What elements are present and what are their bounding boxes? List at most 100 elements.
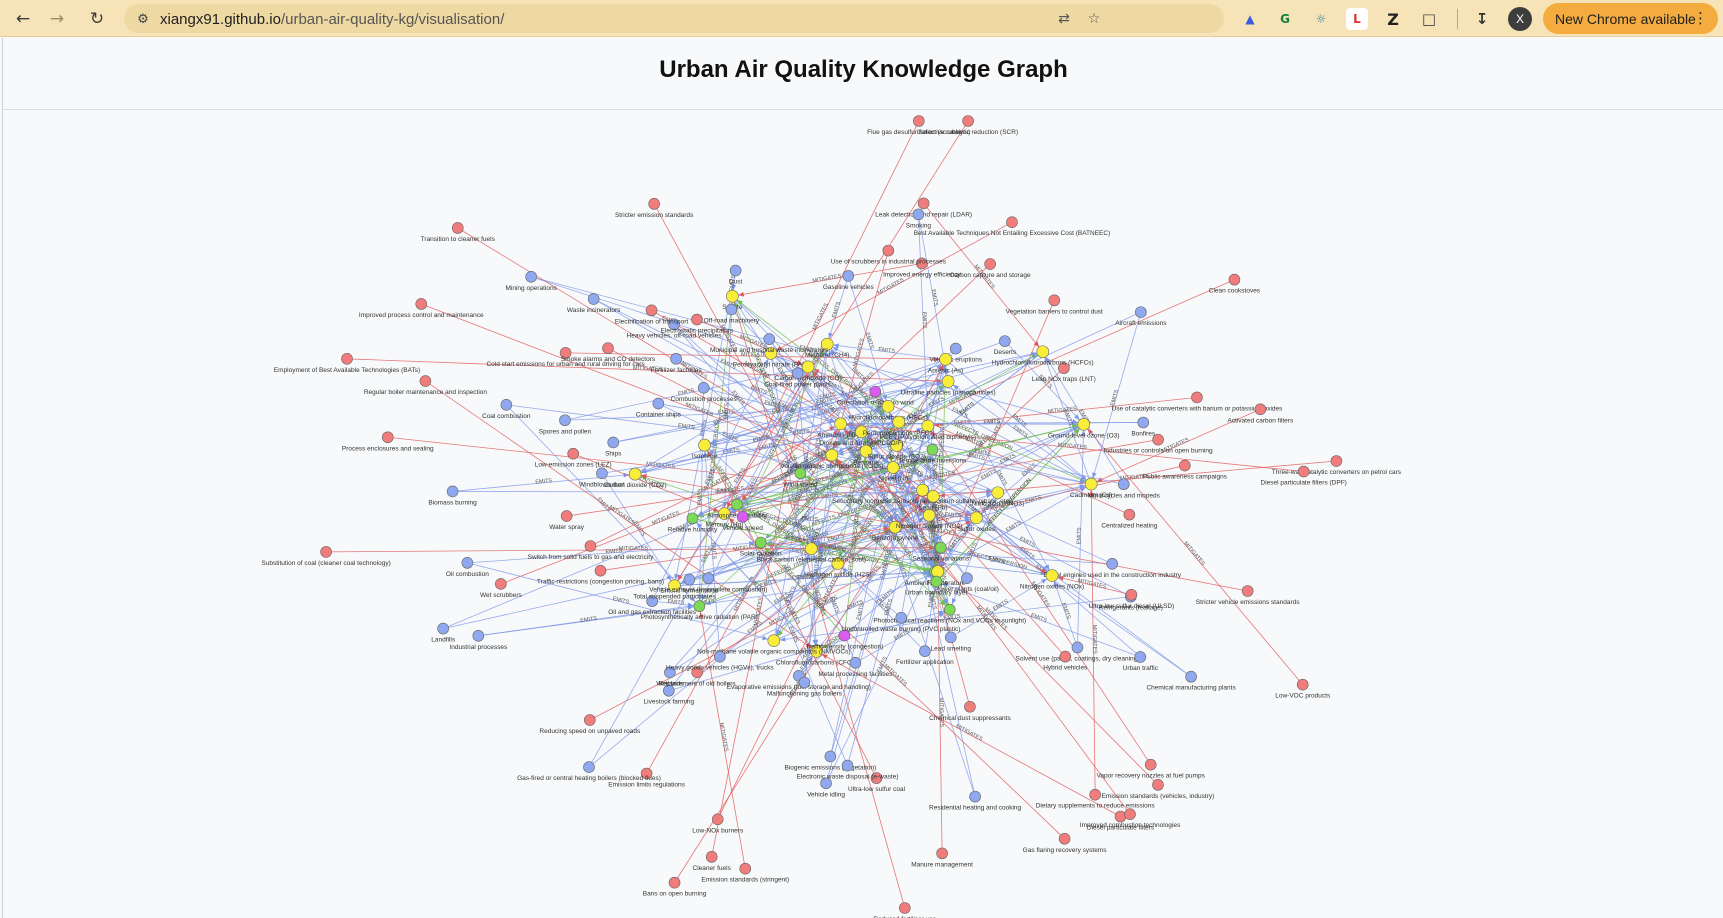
graph-node-mitigation[interactable] [1228,273,1241,286]
graph-node-factor[interactable] [686,512,699,525]
graph-node-factor[interactable] [794,467,807,480]
graph-node-source[interactable] [1071,641,1084,654]
graph-node-mitigation[interactable] [1124,808,1136,820]
graph-node-source[interactable] [824,750,837,763]
graph-node-source[interactable] [849,657,862,669]
graph-node-mitigation[interactable] [567,447,579,460]
graph-node-source[interactable] [583,761,595,773]
graph-node-mitigation[interactable] [899,902,911,914]
graph-node-source[interactable] [961,572,973,584]
graph-node-source[interactable] [1106,558,1119,570]
graph-node-source[interactable] [1137,416,1150,429]
graph-node-receptor[interactable] [869,385,882,398]
graph-node-mitigation[interactable] [415,298,428,310]
graph-node-mitigation[interactable] [739,862,752,875]
graph-node-source[interactable] [999,335,1011,347]
bookmark-star-icon[interactable]: ☆ [1084,9,1104,29]
graph-node-source[interactable] [1134,651,1147,663]
extension-grammarly-icon[interactable]: G [1274,8,1296,30]
graph-node-pollutant[interactable] [801,360,815,374]
graph-node-pollutant[interactable] [886,461,900,474]
graph-node-pollutant[interactable] [726,289,739,303]
graph-node-mitigation[interactable] [451,222,464,234]
graph-node-source[interactable] [1117,478,1130,491]
graph-node-pollutant[interactable] [825,448,839,462]
graph-node-source[interactable] [587,293,600,305]
graph-node-mitigation[interactable] [882,244,895,257]
graph-node-source[interactable] [437,622,449,635]
graph-node-mitigation[interactable] [705,851,718,863]
graph-node-source[interactable] [919,645,931,658]
graph-node-mitigation[interactable] [984,258,996,270]
knowledge-graph[interactable]: MITIGATESEMITSEMITSEMITSEMITSEMITSEMITSM… [3,111,1723,918]
graph-node-mitigation[interactable] [1179,459,1191,472]
graph-node-mitigation[interactable] [917,197,930,210]
graph-node-mitigation[interactable] [711,813,724,826]
graph-node-source[interactable] [1185,670,1197,683]
graph-node-pollutant[interactable] [939,353,952,366]
graph-node-source[interactable] [714,650,726,663]
graph-node-source[interactable] [670,352,682,365]
graph-node-mitigation[interactable] [1123,508,1136,521]
graph-node-mitigation[interactable] [1059,650,1072,663]
graph-node-mitigation[interactable] [645,304,658,317]
graph-node-factor[interactable] [731,498,743,511]
graph-node-source[interactable] [798,676,811,689]
graph-node-mitigation[interactable] [1152,779,1164,791]
graph-node-source[interactable] [607,436,620,449]
graph-node-factor[interactable] [934,541,947,554]
extension-mortarboard-icon[interactable]: ▲ [1239,8,1261,30]
graph-node-mitigation[interactable] [381,431,394,444]
profile-avatar[interactable]: X [1508,7,1532,31]
graph-node-mitigation[interactable] [962,115,974,127]
graph-node-mitigation[interactable] [584,714,596,726]
graph-node-source[interactable] [912,208,925,221]
graph-node-pollutant[interactable] [1036,345,1050,359]
graph-node-source[interactable] [697,382,710,394]
graph-node-mitigation[interactable] [936,847,948,860]
graph-node-mitigation[interactable] [1330,455,1343,467]
graph-canvas[interactable]: MITIGATESEMITSEMITSEMITSEMITSEMITSEMITSM… [3,111,1723,918]
graph-node-source[interactable] [763,333,776,345]
graph-node-mitigation[interactable] [560,510,573,522]
graph-node-pollutant[interactable] [767,634,781,648]
graph-node-pollutant[interactable] [698,438,711,452]
graph-node-factor[interactable] [754,536,767,549]
translate-icon[interactable]: ⇄ [1054,9,1074,29]
graph-node-mitigation[interactable] [648,198,660,210]
graph-node-mitigation[interactable] [584,540,597,552]
graph-node-mitigation[interactable] [1048,294,1061,307]
graph-node-source[interactable] [791,367,804,380]
graph-node-mitigation[interactable] [1114,810,1127,823]
address-bar[interactable]: ⚙ xiangx91.github.io/urban-air-quality-k… [124,4,1224,33]
graph-node-pollutant[interactable] [916,483,929,497]
graph-node-source[interactable] [683,573,696,586]
graph-node-mitigation[interactable] [1058,832,1071,845]
graph-node-pollutant[interactable] [628,467,642,481]
graph-node-mitigation[interactable] [1296,678,1309,691]
extension-sync-icon[interactable]: ☼ [1310,8,1332,30]
graph-node-source[interactable] [729,264,742,277]
graph-node-source[interactable] [1135,306,1147,318]
graph-node-pollutant[interactable] [1077,417,1091,431]
graph-node-source[interactable] [525,270,537,283]
graph-node-pollutant[interactable] [1045,569,1059,582]
graph-node-mitigation[interactable] [1254,403,1267,416]
graph-node-mitigation[interactable] [691,313,703,326]
graph-node-source[interactable] [446,485,459,498]
graph-node-pollutant[interactable] [1084,477,1098,491]
back-icon[interactable]: ← [10,6,36,32]
graph-node-mitigation[interactable] [964,700,976,713]
graph-node-source[interactable] [596,467,608,480]
graph-node-mitigation[interactable] [602,342,614,355]
graph-node-source[interactable] [702,572,715,585]
graph-node-source[interactable] [895,611,908,624]
graph-node-mitigation[interactable] [1089,788,1101,801]
graph-node-source[interactable] [842,270,855,282]
graph-node-factor[interactable] [943,603,956,616]
extensions-puzzle-icon[interactable]: □ [1418,8,1440,30]
graph-node-mitigation[interactable] [1144,758,1157,771]
forward-icon[interactable]: → [44,6,70,32]
graph-node-source[interactable] [461,557,474,569]
graph-node-factor[interactable] [926,443,939,456]
